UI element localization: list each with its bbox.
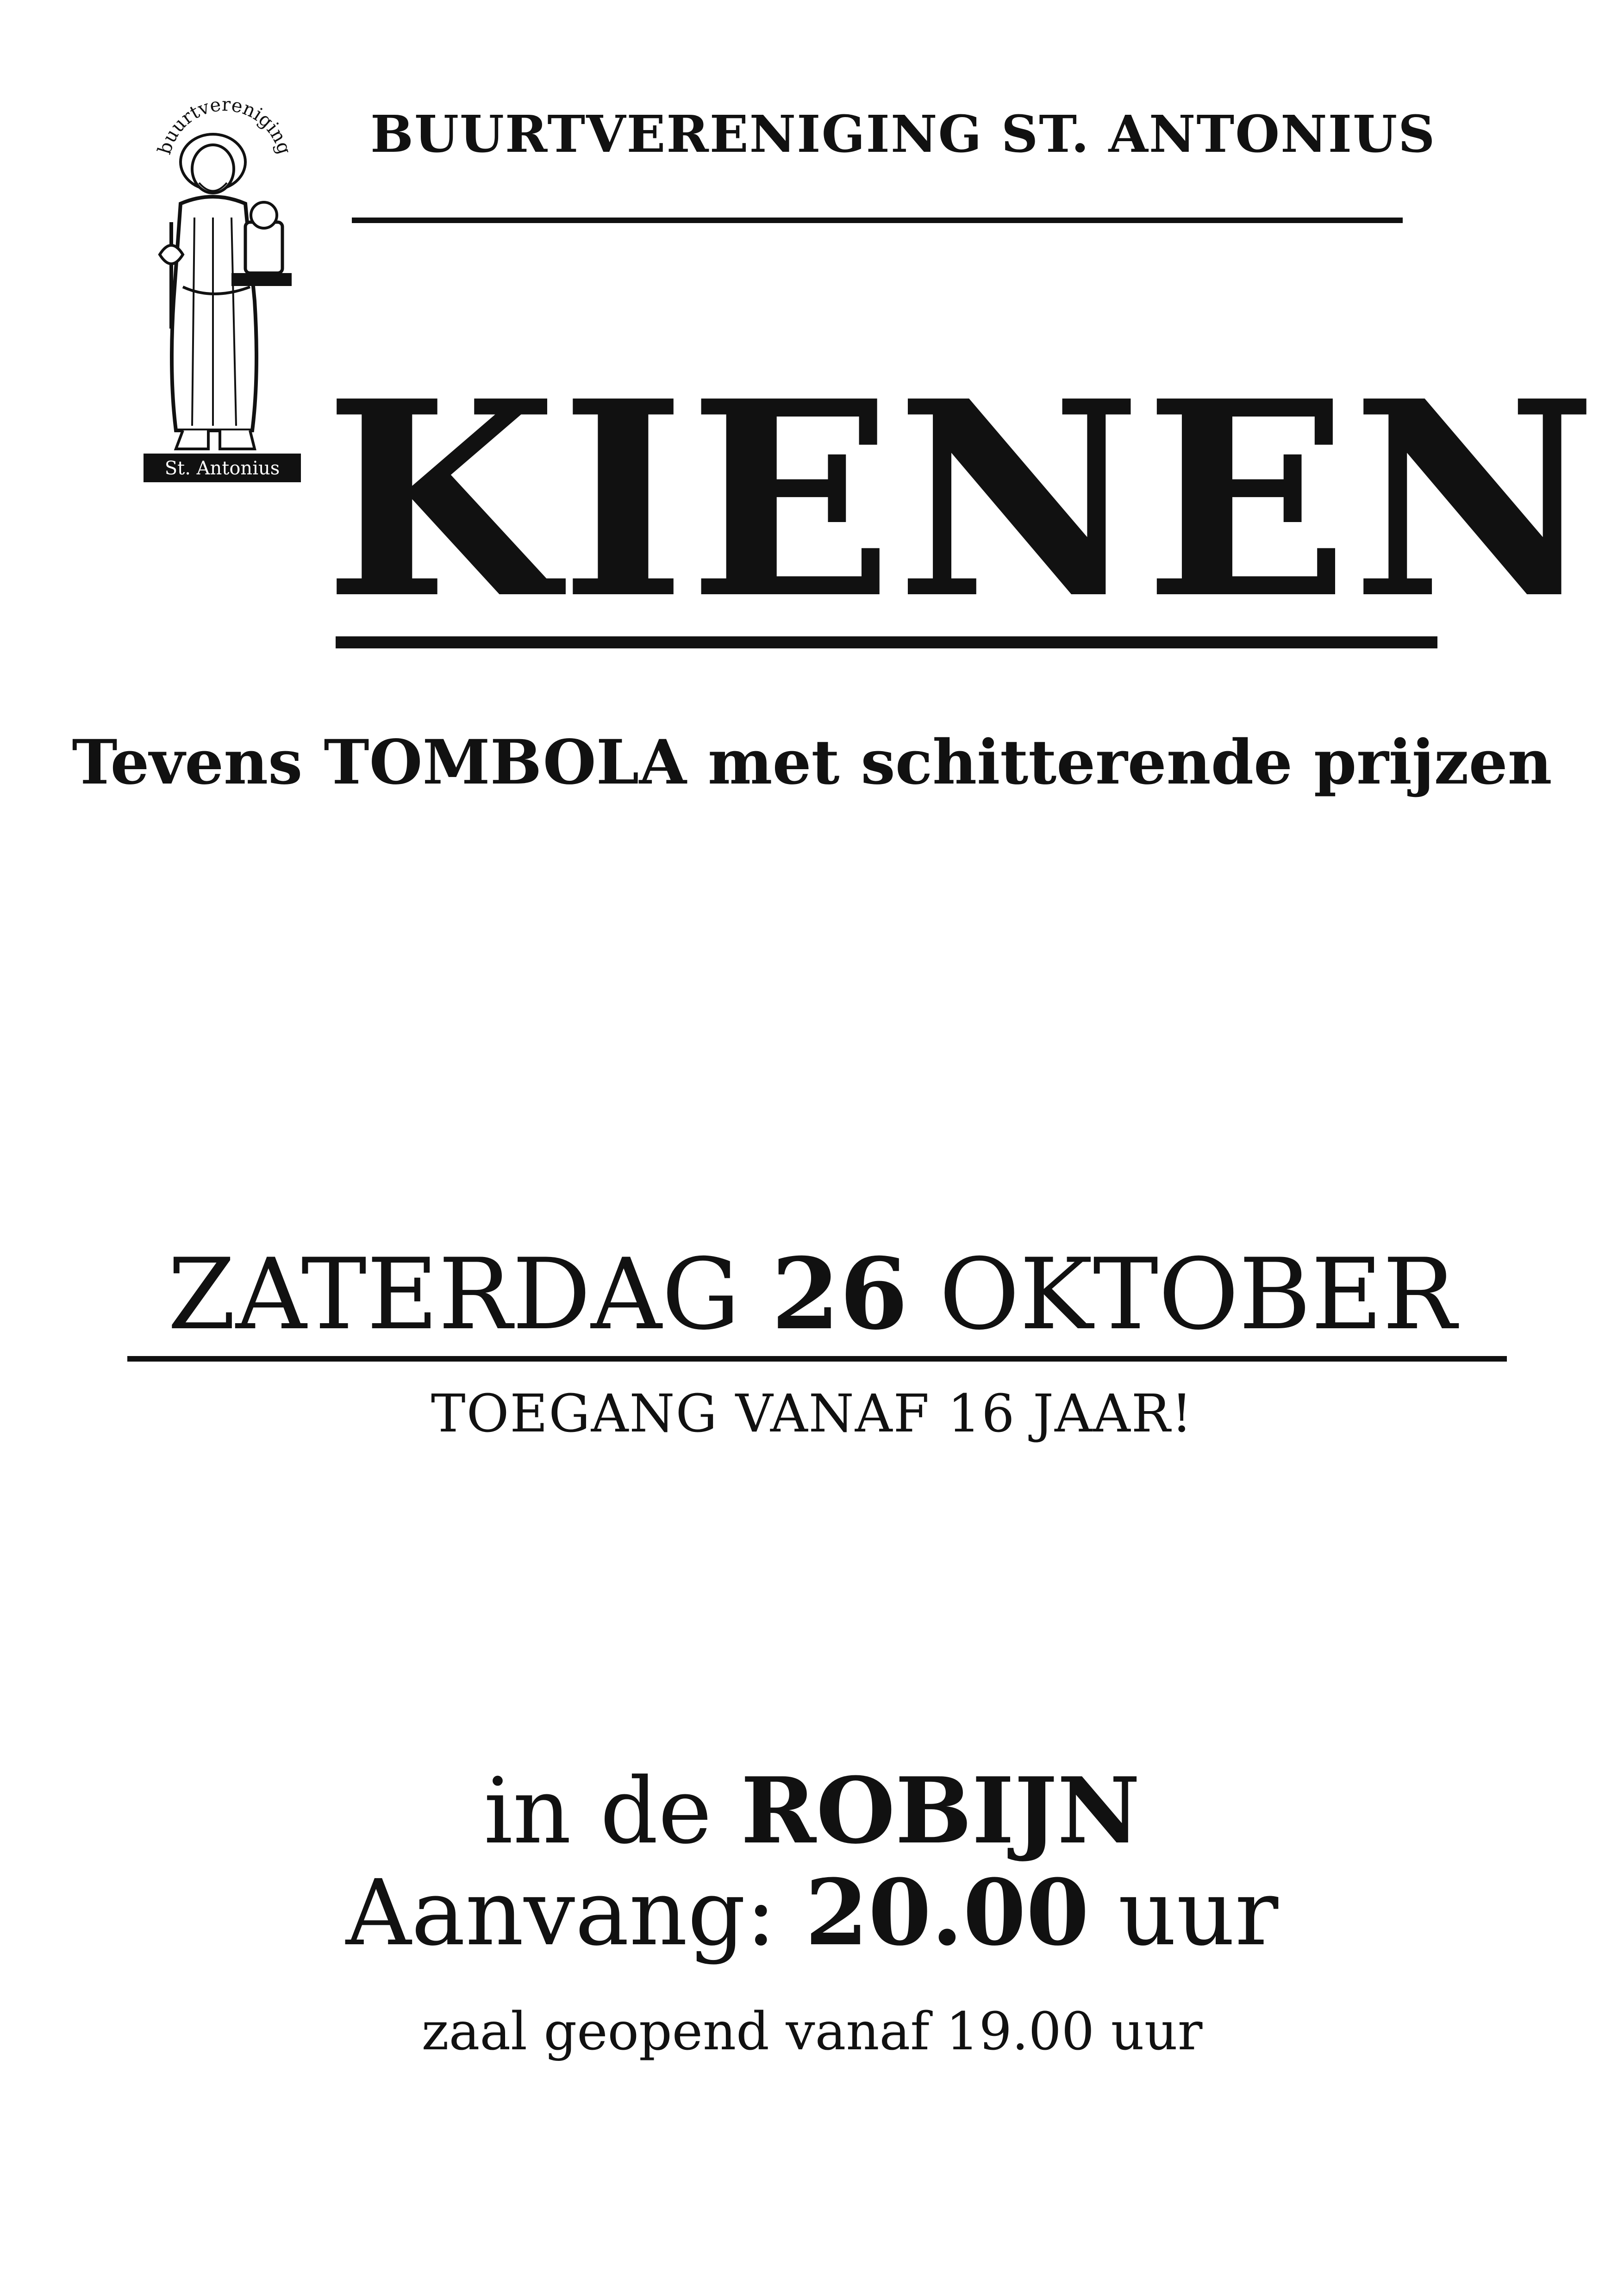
age-notice: TOEGANG VANAF 16 JAAR! bbox=[431, 1384, 1193, 1444]
page-title: KIENEN bbox=[324, 342, 1600, 658]
header-divider bbox=[352, 218, 1403, 223]
doors-note: zaal geopend vanaf 19.00 uur bbox=[421, 2002, 1203, 2062]
date-month: OKTOBER bbox=[939, 1237, 1457, 1351]
start-label: Aanvang: bbox=[345, 1860, 776, 1966]
logo-banner-text: St. Antonius bbox=[165, 458, 280, 479]
subtitle: Tevens TOMBOLA met schitterende prijzen bbox=[72, 727, 1552, 798]
title-underline bbox=[336, 636, 1437, 648]
event-date: ZATERDAG 26 OKTOBER bbox=[0, 1245, 1624, 1344]
venue-line: in de ROBIJN bbox=[0, 1766, 1624, 1857]
saint-antonius-figure-icon: buurtvereniging St. Antonius bbox=[144, 94, 301, 482]
start-time-line: Aanvang: 20.00 uur bbox=[0, 1867, 1624, 1959]
date-day: ZATERDAG bbox=[167, 1237, 740, 1351]
logo: buurtvereniging St. Antonius bbox=[139, 69, 306, 486]
start-unit: uur bbox=[1118, 1860, 1279, 1966]
date-number: 26 bbox=[771, 1236, 908, 1351]
venue-prefix: in de bbox=[484, 1759, 712, 1864]
organization-name: BUURTVERENIGING ST. ANTONIUS bbox=[370, 104, 1436, 164]
venue-name: ROBIJN bbox=[741, 1758, 1140, 1864]
start-time: 20.00 bbox=[805, 1860, 1089, 1966]
date-underline bbox=[127, 1356, 1507, 1362]
